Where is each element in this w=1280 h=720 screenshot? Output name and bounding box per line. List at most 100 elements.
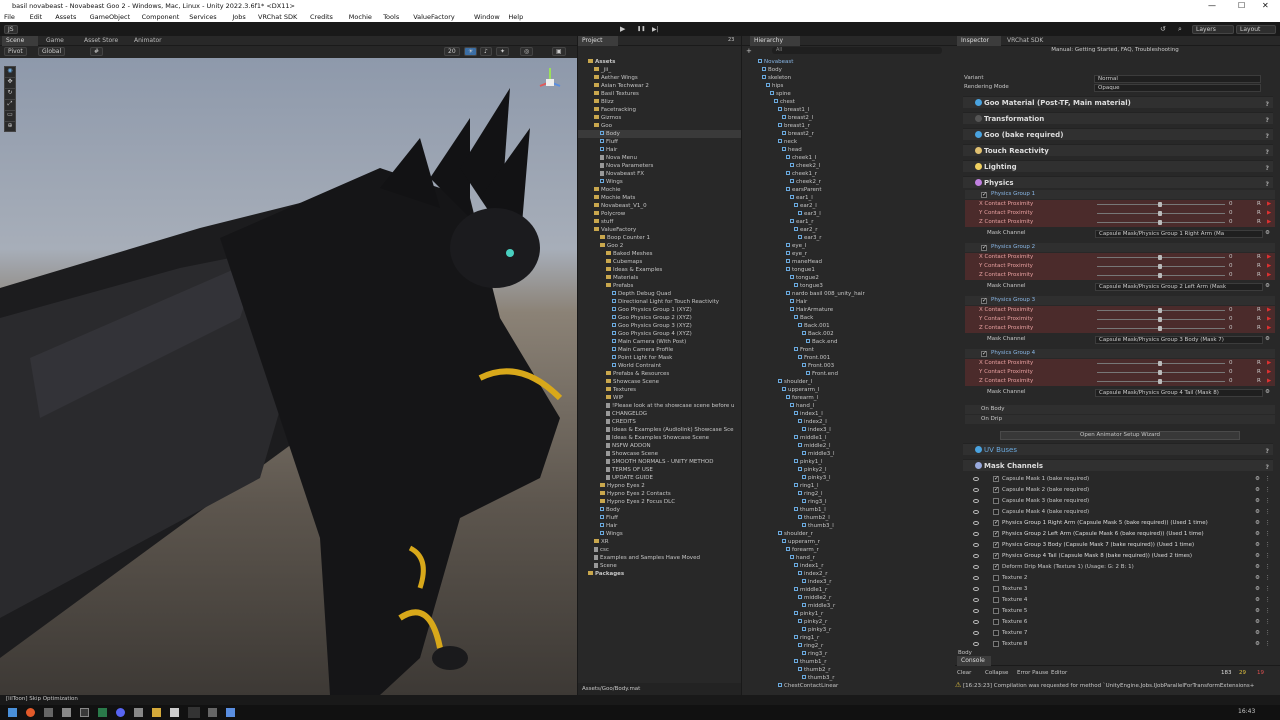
section-physics[interactable]: Physics? [963,176,1273,188]
folder-item[interactable]: Asian Techwear 2 [578,82,741,90]
close-button[interactable]: ✕ [1262,1,1269,10]
axis-slider-knob[interactable] [1158,264,1162,269]
asset-item[interactable]: Nova Menu [578,154,741,162]
asset-item[interactable]: Goo Physics Group 3 (XYZ) [578,322,741,330]
folder-item[interactable]: Hypno Eyes 2 [578,482,741,490]
asset-item[interactable]: CREDITS [578,418,741,426]
hierarchy-item[interactable]: cheek1_r [786,170,817,178]
tab-game[interactable]: Game [42,36,72,46]
group-checkbox[interactable] [981,349,987,358]
hierarchy-item[interactable]: Back.end [806,338,837,346]
console-editor-dropdown[interactable]: Editor [1051,670,1067,676]
layers-dropdown[interactable]: Layers [1192,25,1234,34]
hierarchy-item[interactable]: breast2_r [782,130,814,138]
hierarchy-item[interactable]: ring3_l [802,498,827,506]
gear-icon[interactable]: ⚙ [1265,335,1270,344]
mask-checkbox[interactable] [993,575,999,581]
on-drip-row[interactable]: On Drip [965,415,1275,424]
app-icon-1[interactable] [26,708,35,717]
asset-item[interactable]: csc [578,546,741,554]
folder-item[interactable]: Goo [578,122,741,130]
folder-item[interactable]: Textures [578,386,741,394]
folder-item[interactable]: stuff [578,218,741,226]
hierarchy-item[interactable]: middle3_l [802,450,835,458]
section-lighting[interactable]: Lighting? [963,160,1273,172]
hierarchy-item[interactable]: spine [770,90,791,98]
record-button[interactable]: R [1257,306,1261,315]
hierarchy-item[interactable]: tongue1 [786,266,815,274]
app-icon-8[interactable] [152,708,161,717]
play-icon[interactable]: ▶ [1267,315,1271,324]
eye-icon[interactable] [973,620,979,624]
record-button[interactable]: R [1257,377,1261,386]
axis-slider-knob[interactable] [1158,379,1162,384]
hierarchy-item[interactable]: maneHead [786,258,822,266]
group-checkbox[interactable] [981,190,987,199]
app-icon-11[interactable] [226,708,235,717]
axis-slider-knob[interactable] [1158,370,1162,375]
hierarchy-item[interactable]: hand_l [790,402,814,410]
asset-item[interactable]: Ideas & Examples Showcase Scene [578,434,741,442]
record-button[interactable]: R [1257,200,1261,209]
tab-vrchat-sdk[interactable]: VRChat SDK [1003,36,1047,46]
help-icon[interactable]: ? [1266,99,1269,111]
hierarchy-item[interactable]: pinky3_l [802,474,831,482]
more-icon[interactable]: ⋮ [1265,617,1271,627]
group-checkbox[interactable] [981,243,987,252]
axis-value[interactable]: 0 [1229,377,1233,386]
gear-icon[interactable]: ⚙ [1255,584,1260,594]
hierarchy-item[interactable]: Body [762,66,782,74]
physics-group-header[interactable]: Physics Group 1 [965,190,1275,199]
audio-toggle-icon[interactable]: ♪ [480,47,492,56]
console-clear-button[interactable]: Clear [957,670,971,676]
tab-animator[interactable]: Animator [130,36,170,46]
asset-item[interactable]: CHANGELOG [578,410,741,418]
menu-help[interactable]: Help [508,13,523,21]
axis-value[interactable]: 0 [1229,271,1233,280]
axis-value[interactable]: 0 [1229,262,1233,271]
eye-icon[interactable] [973,565,979,569]
scene-viewport[interactable]: ◉ ✥ ↻ ⤢ ▭ ⊕ [0,58,577,695]
camera-settings-icon[interactable]: ▣ [552,47,566,56]
hierarchy-item[interactable]: HairArmature [790,306,833,314]
folder-item[interactable]: Hypno Eyes 2 Focus DLC [578,498,741,506]
help-icon[interactable]: ? [1266,446,1269,458]
hierarchy-item[interactable]: neck [778,138,797,146]
menu-edit[interactable]: Edit [30,13,43,21]
transform-tool-icon[interactable]: ⊕ [5,122,15,132]
hierarchy-item[interactable]: thumb2_l [798,514,830,522]
folder-item[interactable]: Mochie Mats [578,194,741,202]
more-icon[interactable]: ⋮ [1265,551,1271,561]
record-button[interactable]: R [1257,368,1261,377]
folder-item[interactable]: ValueFactory [578,226,741,234]
menu-jobs[interactable]: Jobs [232,13,245,21]
asset-item[interactable]: NSFW ADDON [578,442,741,450]
play-icon[interactable]: ▶ [1267,218,1271,227]
hierarchy-item[interactable]: ear3_l [798,210,821,218]
hierarchy-search[interactable]: All [772,47,942,54]
folder-item[interactable]: Ideas & Examples [578,266,741,274]
asset-item[interactable]: Main Camera (With Post) [578,338,741,346]
axis-slider-knob[interactable] [1158,361,1162,366]
gear-icon[interactable]: ⚙ [1255,551,1260,561]
hierarchy-item[interactable]: middle1_l [794,434,827,442]
hierarchy-item[interactable]: index2_r [798,570,828,578]
mask-checkbox[interactable] [993,608,999,614]
hierarchy-item[interactable]: thumb2_r [798,666,831,674]
hierarchy-item[interactable]: index1_l [794,410,823,418]
hierarchy-item[interactable]: ring1_l [794,482,819,490]
asset-item[interactable]: Ideas & Examples (Audiolink) Showcase Sc… [578,426,741,434]
eye-icon[interactable] [973,609,979,613]
more-icon[interactable]: ⋮ [1265,540,1271,550]
tab-scene[interactable]: Scene [2,36,38,46]
axis-slider-knob[interactable] [1158,255,1162,260]
scene-gizmo-icon[interactable] [538,66,562,98]
hierarchy-item[interactable]: Back.001 [798,322,830,330]
axis-value[interactable]: 0 [1229,200,1233,209]
asset-item[interactable]: Novabeast FX [578,170,741,178]
eye-icon[interactable] [973,543,979,547]
folder-item[interactable]: Prefabs [578,282,741,290]
eye-icon[interactable] [973,477,979,481]
gear-icon[interactable]: ⚙ [1265,282,1270,291]
hierarchy-item[interactable]: hips [766,82,783,90]
